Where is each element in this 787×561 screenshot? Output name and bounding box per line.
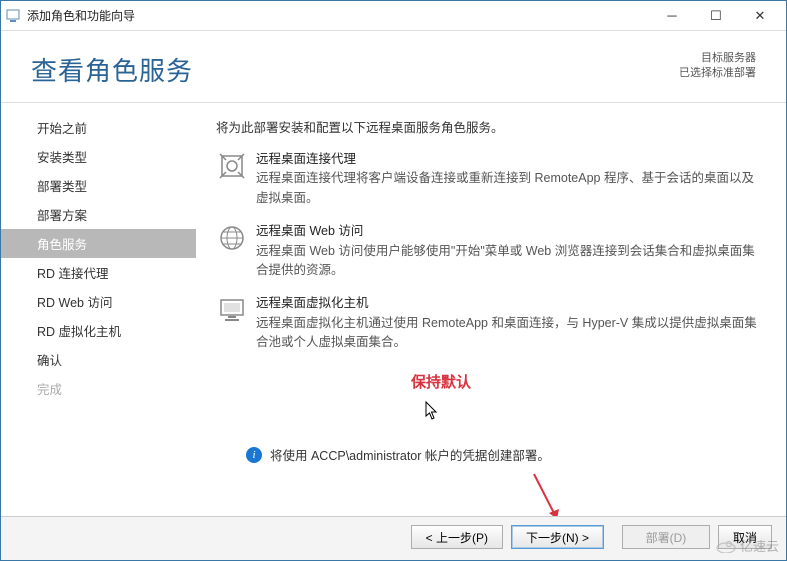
virtualization-host-icon bbox=[216, 296, 248, 328]
service-desc: 远程桌面虚拟化主机通过使用 RemoteApp 和桌面连接，与 Hyper-V … bbox=[256, 314, 762, 353]
info-message: i 将使用 ACCP\administrator 帐户的凭据创建部署。 bbox=[246, 445, 550, 464]
service-virtualization-host: 远程桌面虚拟化主机 远程桌面虚拟化主机通过使用 RemoteApp 和桌面连接，… bbox=[216, 294, 762, 352]
wizard-nav: 开始之前 安装类型 部署类型 部署方案 角色服务 RD 连接代理 RD Web … bbox=[1, 103, 196, 483]
service-connection-broker: 远程桌面连接代理 远程桌面连接代理将客户端设备连接或重新连接到 RemoteAp… bbox=[216, 150, 762, 208]
intro-text: 将为此部署安装和配置以下远程桌面服务角色服务。 bbox=[216, 117, 762, 136]
service-web-access: 远程桌面 Web 访问 远程桌面 Web 访问使用户能够使用"开始"菜单或 We… bbox=[216, 222, 762, 280]
info-icon: i bbox=[246, 447, 262, 463]
web-access-icon bbox=[216, 224, 248, 256]
nav-rd-web-access[interactable]: RD Web 访问 bbox=[1, 287, 196, 316]
service-title: 远程桌面 Web 访问 bbox=[256, 222, 762, 241]
nav-installation-type[interactable]: 安装类型 bbox=[1, 142, 196, 171]
wizard-header: 查看角色服务 目标服务器 已选择标准部署 bbox=[1, 31, 786, 98]
service-desc: 远程桌面连接代理将客户端设备连接或重新连接到 RemoteApp 程序、基于会话… bbox=[256, 169, 762, 208]
app-icon bbox=[5, 8, 21, 24]
maximize-button[interactable]: ☐ bbox=[694, 2, 738, 30]
annotation-keep-default: 保持默认 bbox=[411, 371, 471, 392]
button-bar: < 上一步(P) 下一步(N) > 部署(D) 取消 bbox=[1, 516, 786, 560]
nav-completion: 完成 bbox=[1, 374, 196, 403]
service-title: 远程桌面虚拟化主机 bbox=[256, 294, 762, 313]
next-button[interactable]: 下一步(N) > bbox=[511, 525, 604, 549]
connection-broker-icon bbox=[216, 152, 248, 184]
nav-role-services[interactable]: 角色服务 bbox=[1, 229, 196, 258]
nav-deployment-type[interactable]: 部署类型 bbox=[1, 171, 196, 200]
deploy-button: 部署(D) bbox=[622, 525, 710, 549]
minimize-button[interactable]: ─ bbox=[650, 2, 694, 30]
cursor-pointer-icon bbox=[425, 401, 441, 421]
watermark: 亿速云 bbox=[716, 536, 779, 555]
service-title: 远程桌面连接代理 bbox=[256, 150, 762, 169]
nav-before-you-begin[interactable]: 开始之前 bbox=[1, 113, 196, 142]
window-title: 添加角色和功能向导 bbox=[27, 7, 650, 24]
nav-confirmation[interactable]: 确认 bbox=[1, 345, 196, 374]
page-title: 查看角色服务 bbox=[31, 51, 193, 88]
service-desc: 远程桌面 Web 访问使用户能够使用"开始"菜单或 Web 浏览器连接到会话集合… bbox=[256, 242, 762, 281]
nav-rd-connection-broker[interactable]: RD 连接代理 bbox=[1, 258, 196, 287]
nav-rd-virtualization-host[interactable]: RD 虚拟化主机 bbox=[1, 316, 196, 345]
destination-info: 目标服务器 已选择标准部署 bbox=[679, 51, 756, 88]
previous-button[interactable]: < 上一步(P) bbox=[411, 525, 503, 549]
destination-value: 已选择标准部署 bbox=[679, 66, 756, 81]
close-button[interactable]: ✕ bbox=[738, 2, 782, 30]
info-text: 将使用 ACCP\administrator 帐户的凭据创建部署。 bbox=[270, 445, 550, 464]
title-bar: 添加角色和功能向导 ─ ☐ ✕ bbox=[1, 1, 786, 31]
nav-deployment-scenario[interactable]: 部署方案 bbox=[1, 200, 196, 229]
destination-label: 目标服务器 bbox=[679, 51, 756, 66]
watermark-text: 亿速云 bbox=[740, 536, 779, 555]
wizard-content: 将为此部署安装和配置以下远程桌面服务角色服务。 远程桌面连接代理 远程桌面连接代… bbox=[196, 103, 786, 483]
